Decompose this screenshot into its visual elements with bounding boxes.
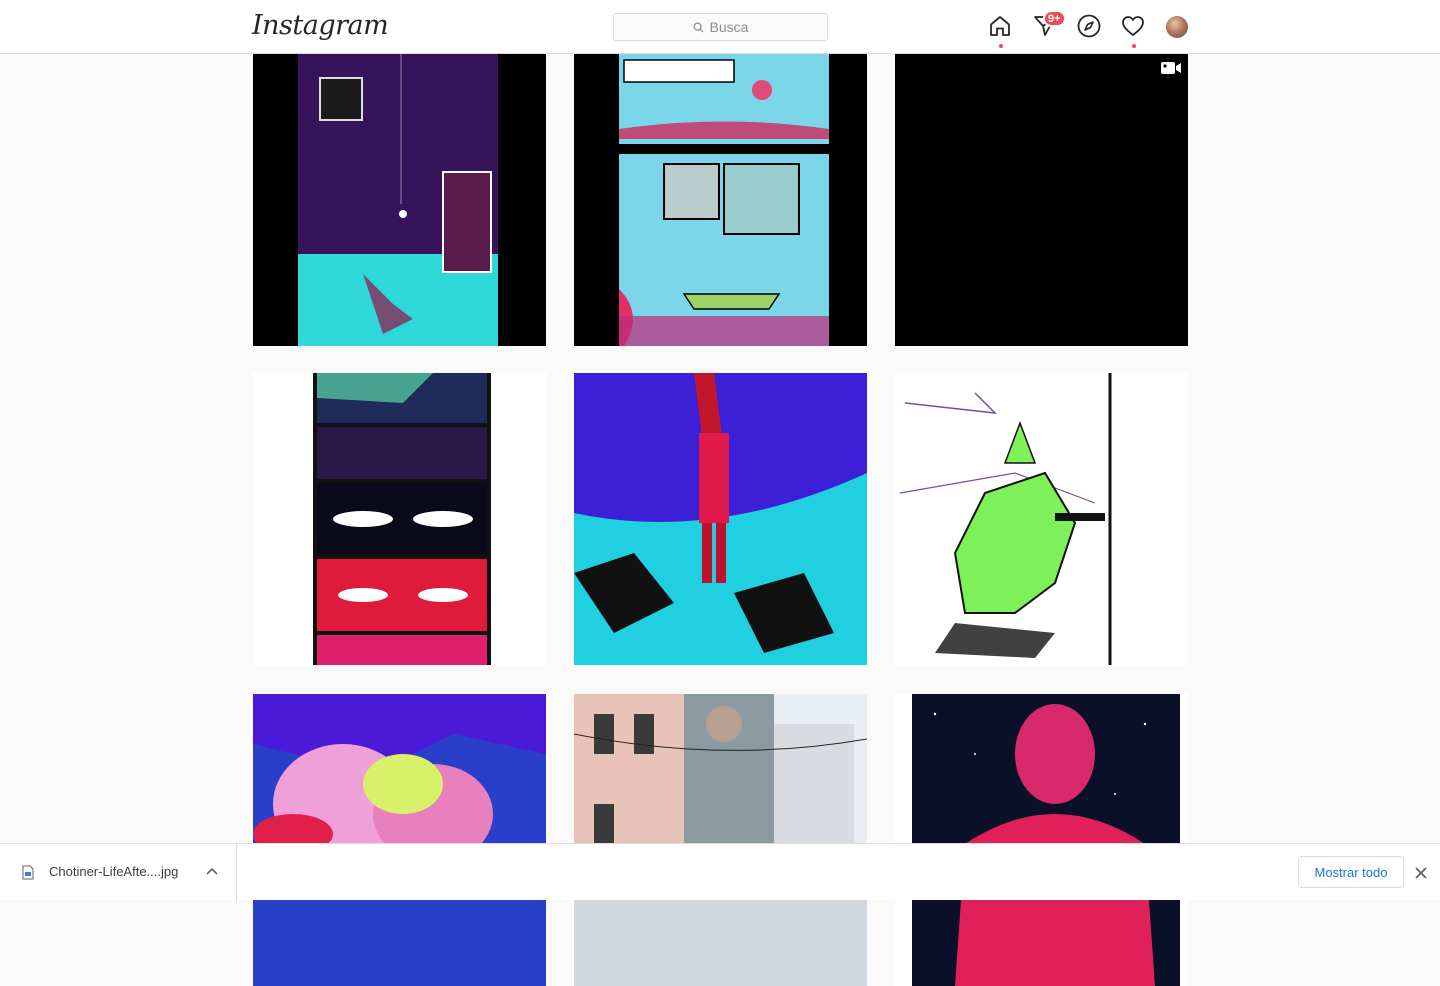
search-input[interactable]: Busca (613, 13, 828, 41)
post-thumbnail[interactable] (574, 54, 867, 346)
home-notification-dot (999, 44, 1003, 48)
post-thumbnail[interactable] (253, 373, 546, 665)
activity-button[interactable] (1121, 14, 1147, 48)
top-navigation-bar: Instagram Busca 9+ (0, 0, 1440, 54)
compass-icon (1077, 14, 1101, 38)
instagram-logo[interactable]: Instagram (252, 10, 389, 41)
home-icon (990, 16, 1010, 36)
illustration-art (912, 694, 1180, 986)
file-icon (22, 865, 34, 880)
comic-page-art (619, 54, 829, 346)
download-item[interactable]: Chotiner-LifeAfte....jpg (0, 844, 237, 901)
activity-notification-dot (1132, 44, 1136, 48)
post-thumbnail[interactable] (895, 373, 1188, 665)
illustration-art (574, 373, 867, 665)
post-thumbnail[interactable] (574, 694, 867, 986)
direct-badge: 9+ (1043, 10, 1066, 27)
post-thumbnail[interactable] (253, 694, 546, 986)
illustration-art (253, 694, 546, 864)
comic-page-art (298, 54, 498, 346)
download-bar: Chotiner-LifeAfte....jpg Mostrar todo (0, 843, 1440, 901)
post-thumbnail[interactable] (574, 373, 867, 665)
post-thumbnail[interactable] (253, 54, 546, 346)
search-placeholder: Busca (709, 19, 749, 35)
chevron-up-icon[interactable] (206, 867, 218, 877)
download-file-name: Chotiner-LifeAfte....jpg (49, 864, 179, 879)
show-all-button[interactable]: Mostrar todo (1298, 856, 1404, 888)
sketch-art (899, 373, 1112, 665)
search-icon (692, 21, 704, 33)
profile-avatar[interactable] (1166, 16, 1188, 38)
video-icon (1161, 62, 1181, 74)
post-thumbnail[interactable] (895, 54, 1188, 346)
direct-messages-button[interactable]: 9+ (1033, 10, 1066, 40)
home-button[interactable] (988, 14, 1014, 48)
close-icon[interactable] (1413, 865, 1429, 881)
comic-strip-art (313, 373, 491, 665)
street-mural-art (574, 694, 867, 844)
heart-icon (1122, 16, 1144, 36)
explore-button[interactable] (1077, 14, 1103, 40)
post-thumbnail[interactable] (895, 694, 1188, 986)
